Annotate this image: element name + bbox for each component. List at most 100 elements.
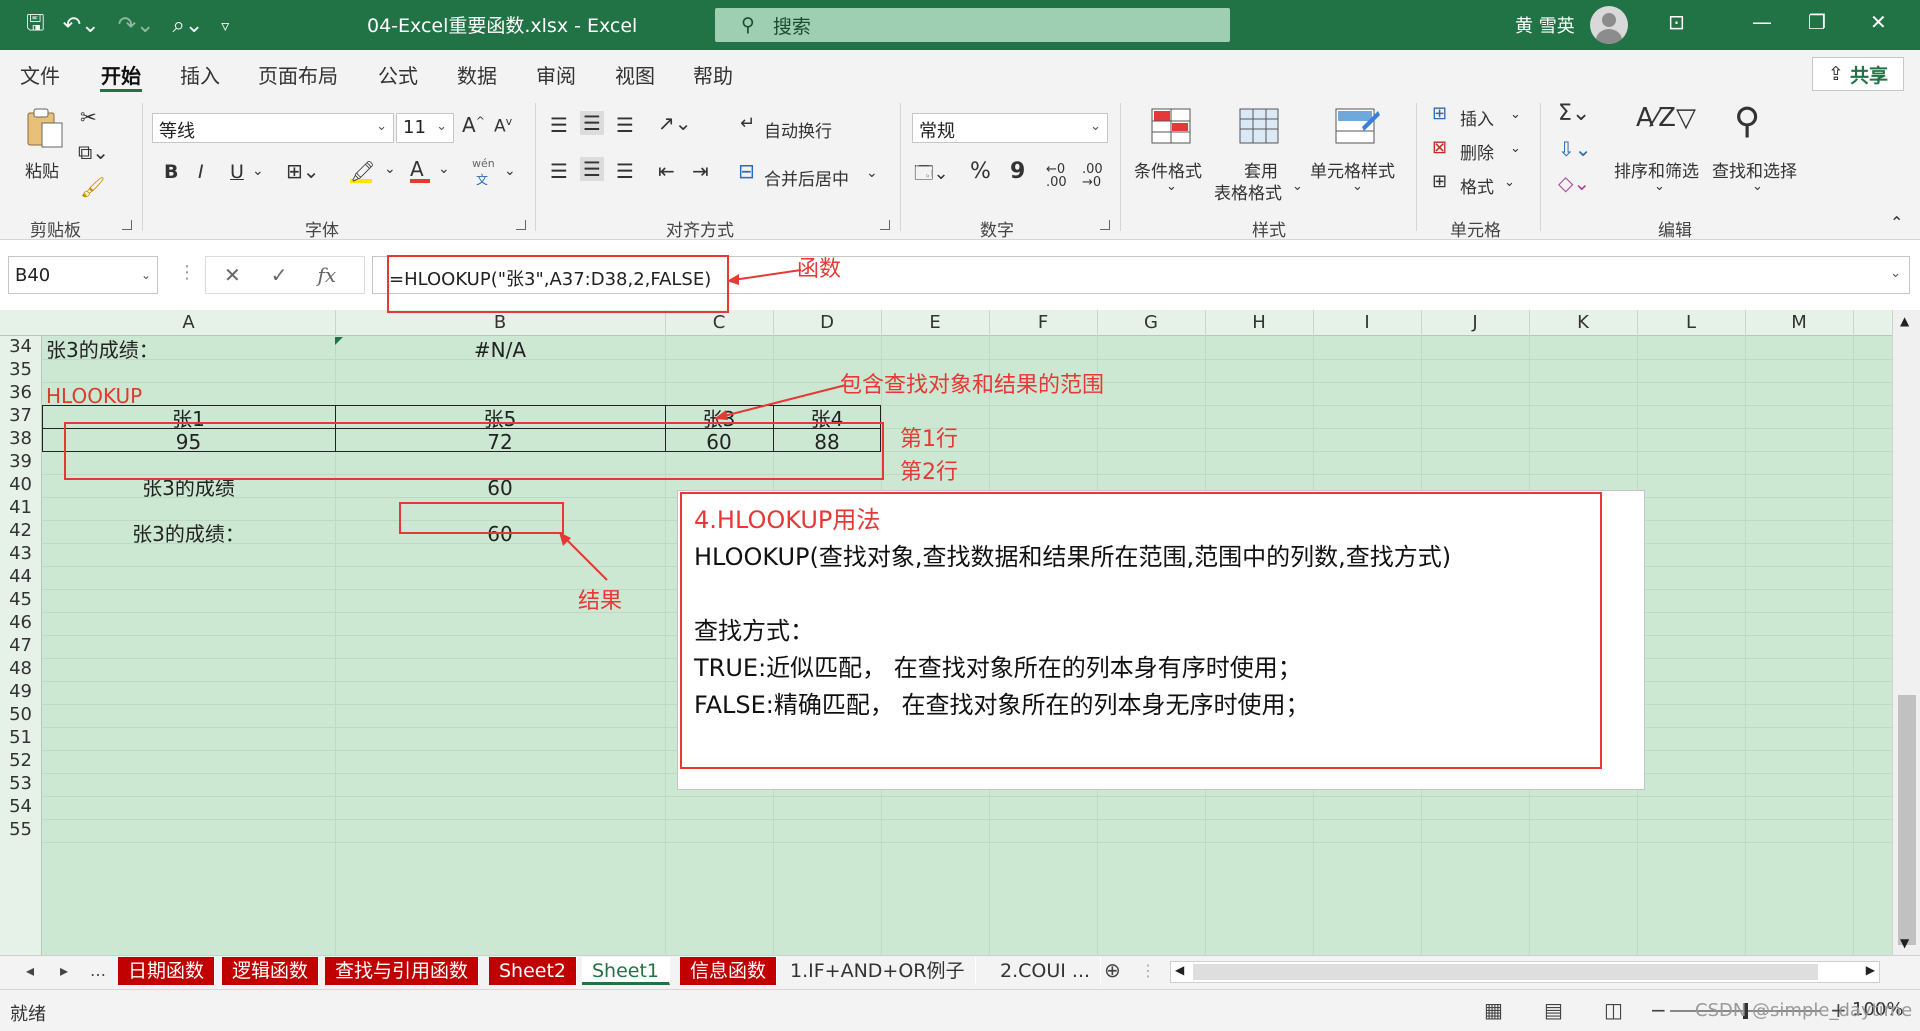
- paste-icon[interactable]: [22, 105, 68, 148]
- find-select-dropdown-icon[interactable]: ⌄: [1752, 179, 1763, 194]
- format-dropdown-icon[interactable]: ⌄: [1504, 175, 1515, 190]
- tab-help[interactable]: 帮助: [693, 60, 733, 89]
- autosum-icon[interactable]: Σ⌄: [1558, 101, 1590, 126]
- scroll-right-icon[interactable]: ▶: [1866, 963, 1875, 977]
- sheet-tab[interactable]: Sheet2: [489, 957, 578, 985]
- font-color-icon[interactable]: A: [410, 157, 430, 183]
- share-button[interactable]: ⇪ 共享: [1812, 57, 1904, 91]
- copy-icon[interactable]: ⧉⌄: [78, 140, 109, 164]
- font-color-dropdown-icon[interactable]: ⌄: [438, 161, 450, 177]
- avatar[interactable]: [1590, 6, 1628, 44]
- tab-file[interactable]: 文件: [20, 60, 60, 89]
- decrease-indent-icon[interactable]: ⇤: [658, 159, 675, 183]
- align-right-icon[interactable]: ☰: [616, 159, 634, 183]
- merge-center-icon[interactable]: ⊟: [738, 159, 755, 183]
- delete-dropdown-icon[interactable]: ⌄: [1510, 141, 1521, 156]
- insert-cells-label[interactable]: 插入: [1460, 105, 1494, 130]
- clear-icon[interactable]: ◇⌄: [1558, 171, 1590, 195]
- delete-cells-label[interactable]: 删除: [1460, 139, 1494, 164]
- align-center-icon[interactable]: ☰: [580, 157, 604, 181]
- decrease-decimal-icon[interactable]: .00 →0: [1082, 163, 1103, 189]
- ribbon-display-icon[interactable]: ⊡: [1668, 10, 1685, 34]
- sheet-tab[interactable]: 信息函数: [680, 957, 778, 985]
- sheet-tab[interactable]: 日期函数: [118, 957, 216, 985]
- delete-cells-icon[interactable]: ⊠: [1432, 137, 1447, 158]
- cell-styles-icon[interactable]: [1334, 107, 1380, 149]
- align-top-icon[interactable]: ☰: [550, 113, 568, 137]
- tab-home[interactable]: 开始: [101, 60, 141, 89]
- sort-filter-icon[interactable]: A⁄Z▽: [1636, 103, 1696, 133]
- horizontal-scroll-thumb[interactable]: [1193, 964, 1818, 980]
- fill-dropdown-icon[interactable]: ⌄: [384, 161, 396, 177]
- scroll-up-icon[interactable]: ▲: [1900, 314, 1909, 328]
- format-cells-label[interactable]: 格式: [1460, 173, 1494, 198]
- decrease-font-icon[interactable]: Av: [494, 115, 512, 137]
- undo-icon[interactable]: ↶⌄: [63, 13, 100, 38]
- tab-review[interactable]: 审阅: [536, 60, 576, 89]
- column-header-c[interactable]: C: [665, 312, 773, 333]
- sheet-tab[interactable]: Sheet1: [582, 957, 671, 985]
- font-size-select[interactable]: 11 ⌄: [396, 113, 454, 143]
- column-header-i[interactable]: I: [1313, 312, 1421, 333]
- conditional-format-icon[interactable]: [1150, 107, 1196, 149]
- wrap-text-icon[interactable]: ↵: [740, 113, 755, 134]
- cell-a34[interactable]: 张3的成绩：: [46, 336, 159, 364]
- collapse-ribbon-icon[interactable]: ⌃: [1890, 213, 1903, 232]
- vertical-scroll-thumb[interactable]: [1898, 695, 1916, 945]
- format-as-table-icon[interactable]: [1238, 107, 1284, 149]
- tab-formulas[interactable]: 公式: [378, 60, 418, 89]
- page-layout-view-icon[interactable]: ▤: [1544, 998, 1563, 1022]
- underline-icon[interactable]: U: [230, 161, 244, 183]
- increase-decimal-icon[interactable]: ←0.00: [1046, 163, 1067, 189]
- user-name[interactable]: 黄 雪英: [1515, 12, 1575, 38]
- scroll-left-icon[interactable]: ◀: [1175, 963, 1184, 977]
- find-select-icon[interactable]: ⚲: [1734, 101, 1760, 142]
- column-header-k[interactable]: K: [1529, 312, 1637, 333]
- column-header-g[interactable]: G: [1097, 312, 1205, 333]
- tab-insert[interactable]: 插入: [180, 60, 220, 89]
- column-header-d[interactable]: D: [773, 312, 881, 333]
- cell-a42[interactable]: 张3的成绩：: [42, 520, 335, 548]
- tab-view[interactable]: 视图: [615, 60, 655, 89]
- border-icon[interactable]: ⊞⌄: [286, 159, 320, 183]
- font-launcher-icon[interactable]: [516, 220, 526, 230]
- wrap-text-label[interactable]: 自动换行: [764, 117, 832, 142]
- restore-icon[interactable]: ❐: [1808, 10, 1826, 34]
- normal-view-icon[interactable]: ▦: [1484, 998, 1503, 1022]
- page-break-view-icon[interactable]: ◫: [1604, 998, 1623, 1022]
- align-middle-icon[interactable]: ☰: [580, 111, 604, 135]
- row-header-55[interactable]: 55: [0, 816, 40, 844]
- column-header-l[interactable]: L: [1637, 312, 1745, 333]
- column-header-a[interactable]: A: [42, 312, 335, 333]
- sheet-tab[interactable]: 2.COUI ...: [990, 957, 1102, 985]
- fill-icon[interactable]: ⇩⌄: [1558, 137, 1592, 161]
- comma-style-icon[interactable]: 9: [1010, 159, 1025, 184]
- insert-cells-icon[interactable]: ⊞: [1432, 103, 1447, 124]
- next-sheet-icon[interactable]: ▸: [60, 961, 68, 980]
- vertical-scrollbar[interactable]: ▲ ▼: [1892, 310, 1920, 955]
- fill-color-icon[interactable]: 🖍: [350, 159, 375, 183]
- format-as-table-dropdown-icon[interactable]: ⌄: [1292, 179, 1303, 194]
- sheet-tab[interactable]: 查找与引用函数: [325, 957, 480, 985]
- cell-styles-dropdown-icon[interactable]: ⌄: [1352, 179, 1363, 194]
- save-icon[interactable]: 🖫: [26, 6, 45, 44]
- alignment-launcher-icon[interactable]: [880, 220, 890, 230]
- sort-filter-dropdown-icon[interactable]: ⌄: [1654, 179, 1665, 194]
- column-header-f[interactable]: F: [989, 312, 1097, 333]
- number-launcher-icon[interactable]: [1100, 220, 1110, 230]
- scroll-down-icon[interactable]: ▼: [1900, 936, 1909, 950]
- customize-qa-icon[interactable]: ▿: [221, 16, 229, 35]
- column-header-b[interactable]: B: [335, 312, 665, 333]
- more-sheets-icon[interactable]: …: [90, 961, 106, 980]
- search-box[interactable]: ⚲ 搜索: [715, 8, 1230, 42]
- conditional-format-dropdown-icon[interactable]: ⌄: [1166, 179, 1177, 194]
- underline-dropdown-icon[interactable]: ⌄: [252, 163, 264, 179]
- close-icon[interactable]: ✕: [1870, 10, 1887, 34]
- column-header-m[interactable]: M: [1745, 312, 1853, 333]
- cell-b34[interactable]: #N/A: [335, 336, 665, 364]
- align-bottom-icon[interactable]: ☰: [616, 113, 634, 137]
- sheet-tab[interactable]: 1.IF+AND+OR例子: [780, 957, 976, 985]
- phonetic-icon[interactable]: wén: [472, 157, 495, 170]
- redo-icon[interactable]: ↷⌄: [118, 13, 155, 38]
- paste-label[interactable]: 粘贴: [25, 157, 59, 182]
